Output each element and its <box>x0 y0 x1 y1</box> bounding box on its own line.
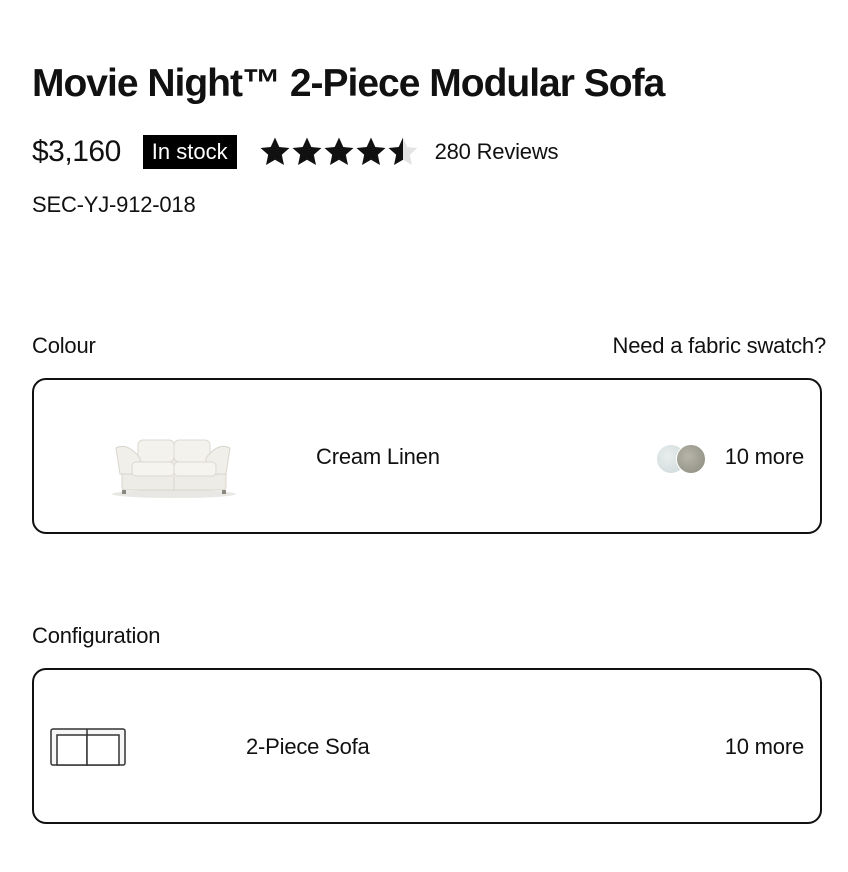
price-row: $3,160 In stock 280 Reviews <box>32 130 559 174</box>
configuration-selector[interactable]: 2-Piece Sofa 10 more <box>32 668 822 824</box>
star-icon <box>292 137 322 165</box>
stock-badge: In stock <box>142 135 237 169</box>
star-icon <box>260 137 290 165</box>
configuration-more-count: 10 more <box>724 734 805 759</box>
product-title: Movie Night™ 2-Piece Modular Sofa <box>32 62 665 105</box>
star-icon <box>356 137 386 165</box>
star-icon <box>388 137 418 165</box>
colour-selector[interactable]: Cream Linen 10 more <box>32 378 822 534</box>
reviews-link[interactable]: 280 Reviews <box>435 139 559 165</box>
product-sku: SEC-YJ-912-018 <box>32 192 196 217</box>
colour-label: Colour <box>32 333 96 358</box>
two-piece-sofa-icon <box>50 728 126 766</box>
swatch-dot-grey <box>676 444 706 474</box>
configuration-label: Configuration <box>32 623 161 648</box>
colour-more-count: 10 more <box>724 444 805 469</box>
selected-colour-name: Cream Linen <box>316 444 440 469</box>
colour-swatch-previews <box>656 444 708 474</box>
selected-configuration-name: 2-Piece Sofa <box>246 734 370 759</box>
star-icon <box>324 137 354 165</box>
sofa-thumbnail-image <box>112 439 236 498</box>
rating-stars[interactable] <box>259 136 419 168</box>
product-price: $3,160 <box>32 135 121 168</box>
fabric-swatch-link[interactable]: Need a fabric swatch? <box>613 331 827 361</box>
